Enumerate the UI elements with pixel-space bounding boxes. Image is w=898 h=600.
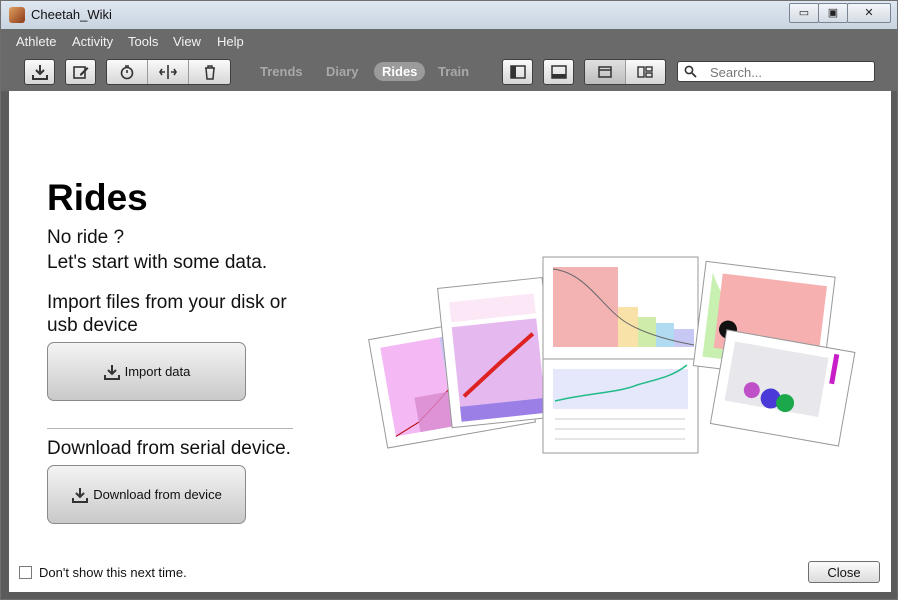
tab-trends[interactable]: Trends [260, 64, 303, 79]
app-window: Cheetah_Wiki ▭ ▣ ✕ Athlete Activity Tool… [0, 0, 898, 600]
tabbed-view-button[interactable] [585, 60, 626, 84]
rides-welcome-panel: Rides No ride ? Let's start with some da… [9, 91, 891, 592]
tiled-view-icon [637, 66, 653, 78]
dont-show-checkbox[interactable] [19, 566, 32, 579]
download-icon [103, 364, 120, 380]
menu-view[interactable]: View [173, 34, 201, 49]
download-button[interactable] [24, 59, 55, 85]
page-title: Rides [47, 177, 148, 218]
maximize-button[interactable]: ▣ [818, 3, 848, 23]
dont-show-label: Don't show this next time. [39, 565, 187, 580]
edit-button[interactable] [65, 59, 96, 85]
toggle-bottom-panel-button[interactable] [543, 59, 574, 85]
menu-activity[interactable]: Activity [72, 34, 113, 49]
import-description-line2: usb device [47, 315, 138, 336]
sidebar-left-icon [509, 65, 526, 79]
delete-button[interactable] [189, 60, 230, 84]
tab-diary[interactable]: Diary [326, 64, 359, 79]
trash-icon [204, 65, 215, 80]
divider [47, 428, 293, 429]
download-icon [31, 65, 48, 80]
download-description: Download from serial device. [47, 438, 291, 459]
sample-charts-collage-image [368, 256, 856, 454]
import-data-button[interactable]: Import data [47, 342, 246, 401]
tab-train[interactable]: Train [438, 64, 469, 79]
close-window-button[interactable]: ✕ [847, 3, 891, 23]
tab-rides[interactable]: Rides [374, 62, 426, 81]
minimize-button[interactable]: ▭ [789, 3, 819, 23]
download-icon [72, 487, 89, 503]
menu-bar: Athlete Activity Tools View Help [1, 29, 897, 53]
toggle-sidebar-button[interactable] [502, 59, 533, 85]
download-from-device-label: Download from device [93, 487, 222, 502]
window-title: Cheetah_Wiki [31, 7, 112, 22]
stopwatch-icon [120, 65, 134, 80]
close-button[interactable]: Close [808, 561, 880, 583]
menu-athlete[interactable]: Athlete [16, 34, 56, 49]
split-icon [159, 65, 177, 79]
download-from-device-button[interactable]: Download from device [47, 465, 246, 524]
search-icon [684, 65, 697, 78]
import-data-label: Import data [124, 364, 191, 379]
no-ride-text-line2: Let's start with some data. [47, 252, 268, 273]
dont-show-row: Don't show this next time. [19, 565, 187, 580]
import-description-line1: Import files from your disk or [47, 292, 287, 313]
menu-tools[interactable]: Tools [128, 34, 158, 49]
no-ride-text-line1: No ride ? [47, 227, 125, 248]
search-box [677, 61, 875, 82]
split-button[interactable] [148, 60, 190, 84]
menu-help[interactable]: Help [217, 34, 244, 49]
app-icon [9, 7, 25, 23]
toolbar: Trends Diary Rides Train [1, 53, 897, 91]
stopwatch-button[interactable] [107, 60, 148, 84]
ride-tools-group [106, 59, 231, 85]
tiled-view-button[interactable] [626, 60, 666, 84]
bottom-panel-icon [550, 65, 567, 79]
title-bar: Cheetah_Wiki ▭ ▣ ✕ [1, 1, 897, 29]
layout-group [584, 59, 666, 85]
edit-icon [72, 66, 88, 79]
tabbed-view-icon [598, 66, 612, 78]
search-input[interactable] [708, 63, 872, 82]
